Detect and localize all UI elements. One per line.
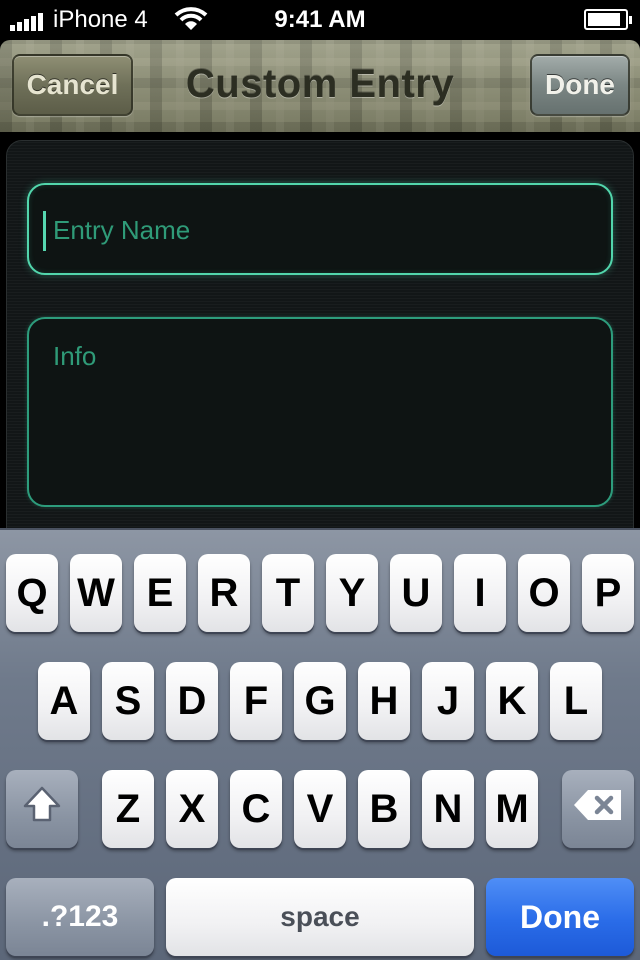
- key-b[interactable]: B: [358, 770, 410, 848]
- key-j[interactable]: J: [422, 662, 474, 740]
- entry-name-field[interactable]: Entry Name: [27, 183, 613, 275]
- shift-key[interactable]: [6, 770, 78, 848]
- key-v[interactable]: V: [294, 770, 346, 848]
- key-o[interactable]: O: [518, 554, 570, 632]
- space-key[interactable]: space: [166, 878, 474, 956]
- info-field[interactable]: Info: [27, 317, 613, 507]
- key-z[interactable]: Z: [102, 770, 154, 848]
- key-p[interactable]: P: [582, 554, 634, 632]
- key-f[interactable]: F: [230, 662, 282, 740]
- battery-fill: [588, 13, 620, 26]
- key-c[interactable]: C: [230, 770, 282, 848]
- key-u[interactable]: U: [390, 554, 442, 632]
- return-done-key[interactable]: Done: [486, 878, 634, 956]
- cancel-button[interactable]: Cancel: [12, 54, 133, 116]
- key-s[interactable]: S: [102, 662, 154, 740]
- key-g[interactable]: G: [294, 662, 346, 740]
- key-e[interactable]: E: [134, 554, 186, 632]
- status-bar: iPhone 4 9:41 AM: [0, 0, 640, 40]
- key-w[interactable]: W: [70, 554, 122, 632]
- key-r[interactable]: R: [198, 554, 250, 632]
- key-h[interactable]: H: [358, 662, 410, 740]
- key-y[interactable]: Y: [326, 554, 378, 632]
- key-k[interactable]: K: [486, 662, 538, 740]
- navigation-bar: Cancel Custom Entry Done: [0, 40, 640, 132]
- key-m[interactable]: M: [486, 770, 538, 848]
- entry-name-placeholder: Entry Name: [53, 215, 191, 245]
- page-title: Custom Entry: [185, 62, 455, 106]
- done-button[interactable]: Done: [530, 54, 630, 116]
- key-l[interactable]: L: [550, 662, 602, 740]
- key-x[interactable]: X: [166, 770, 218, 848]
- key-i[interactable]: I: [454, 554, 506, 632]
- key-t[interactable]: T: [262, 554, 314, 632]
- shift-arrow-icon: [22, 785, 62, 833]
- keyboard: .?123 space Done QWERTYUIOP ASDFGHJKL ZXCV…: [0, 528, 640, 960]
- key-n[interactable]: N: [422, 770, 474, 848]
- info-placeholder: Info: [53, 341, 97, 371]
- key-d[interactable]: D: [166, 662, 218, 740]
- delete-key[interactable]: [562, 770, 634, 848]
- key-q[interactable]: Q: [6, 554, 58, 632]
- key-a[interactable]: A: [38, 662, 90, 740]
- numbers-key[interactable]: .?123: [6, 878, 154, 956]
- text-cursor: [43, 211, 46, 251]
- clock: 9:41 AM: [274, 6, 366, 33]
- entry-form-panel: Entry Name Info: [6, 140, 634, 540]
- backspace-icon: [572, 787, 624, 832]
- battery-icon: [584, 9, 632, 30]
